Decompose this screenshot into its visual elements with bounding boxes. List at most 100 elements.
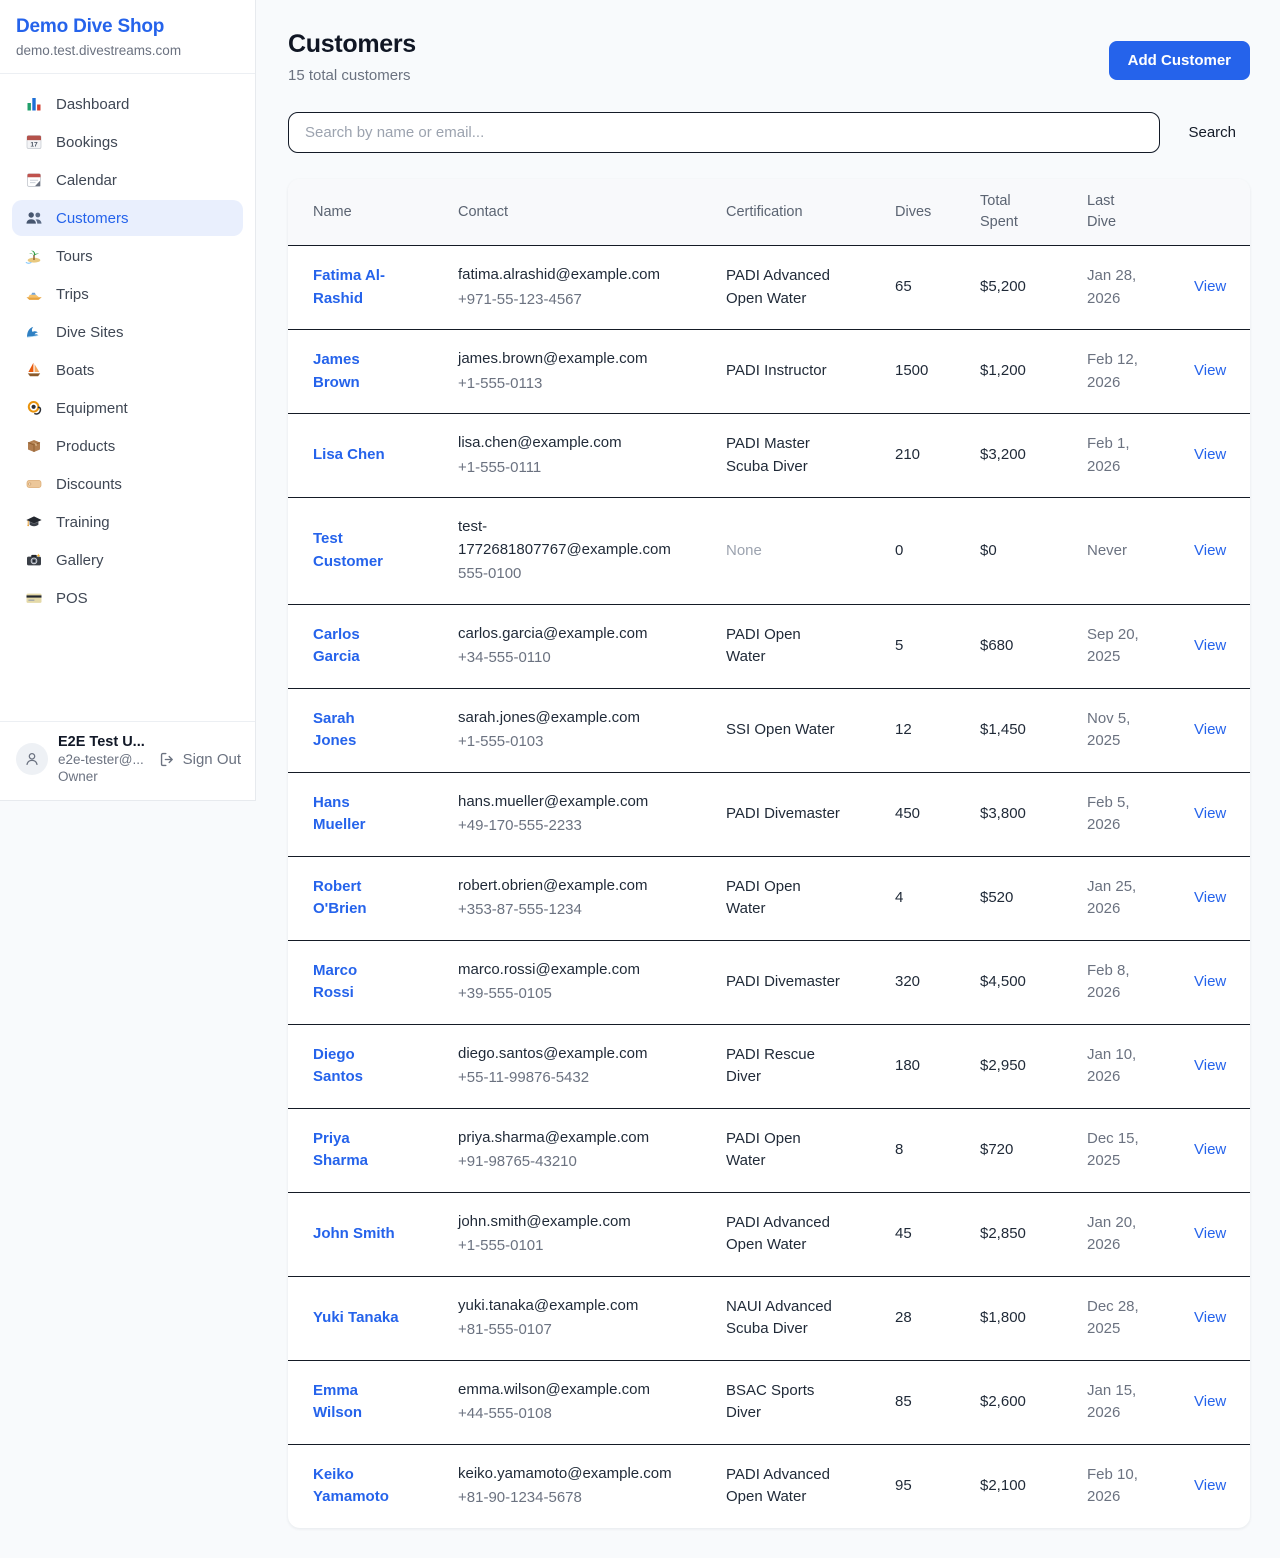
search-input[interactable] bbox=[288, 112, 1160, 153]
customer-phone: +353-87-555-1234 bbox=[458, 899, 691, 922]
customer-certification: NAUI Advanced Scuba Diver bbox=[726, 1296, 844, 1341]
customer-name-link[interactable]: Diego Santos bbox=[313, 1044, 401, 1089]
add-customer-button[interactable]: Add Customer bbox=[1109, 41, 1250, 80]
view-link[interactable]: View bbox=[1194, 1309, 1226, 1326]
table-row: Emma Wilson emma.wilson@example.com +44-… bbox=[288, 1360, 1250, 1444]
view-link[interactable]: View bbox=[1194, 1393, 1226, 1410]
customer-last-dive: Jan 15, 2026 bbox=[1087, 1380, 1145, 1425]
graduation-cap-icon bbox=[25, 513, 43, 531]
customer-name-link[interactable]: Priya Sharma bbox=[313, 1128, 401, 1173]
customer-total-spent: $5,200 bbox=[955, 246, 1062, 330]
view-link[interactable]: View bbox=[1194, 805, 1226, 822]
calendar-icon bbox=[25, 171, 43, 189]
customer-certification: None bbox=[726, 540, 844, 563]
sidebar-item-discounts[interactable]: Discounts bbox=[12, 466, 243, 502]
customer-dives: 180 bbox=[870, 1024, 955, 1108]
sidebar-item-equipment[interactable]: Equipment bbox=[12, 390, 243, 426]
sidebar-item-label: POS bbox=[56, 590, 88, 607]
view-link[interactable]: View bbox=[1194, 1225, 1226, 1242]
customer-name-link[interactable]: Test Customer bbox=[313, 528, 401, 573]
sidebar-item-dive-sites[interactable]: Dive Sites bbox=[12, 314, 243, 350]
customer-dives: 85 bbox=[870, 1360, 955, 1444]
customer-email: yuki.tanaka@example.com bbox=[458, 1295, 676, 1318]
view-link[interactable]: View bbox=[1194, 973, 1226, 990]
main-content: Customers 15 total customers Add Custome… bbox=[256, 0, 1280, 1558]
customer-last-dive: Nov 5, 2025 bbox=[1087, 708, 1145, 753]
customer-last-dive: Sep 20, 2025 bbox=[1087, 624, 1145, 669]
customer-phone: 555-0100 bbox=[458, 563, 691, 586]
sidebar-item-label: Boats bbox=[56, 362, 94, 379]
view-link[interactable]: View bbox=[1194, 362, 1226, 379]
customer-total-spent: $0 bbox=[955, 498, 1062, 605]
customer-name-link[interactable]: Robert O'Brien bbox=[313, 876, 401, 921]
customer-email: lisa.chen@example.com bbox=[458, 432, 676, 455]
table-row: Priya Sharma priya.sharma@example.com +9… bbox=[288, 1108, 1250, 1192]
customer-name-link[interactable]: Fatima Al-Rashid bbox=[313, 265, 401, 310]
sidebar-item-dashboard[interactable]: Dashboard bbox=[12, 86, 243, 122]
view-link[interactable]: View bbox=[1194, 278, 1226, 295]
customer-name-link[interactable]: Emma Wilson bbox=[313, 1380, 401, 1425]
customer-name-link[interactable]: Yuki Tanaka bbox=[313, 1307, 399, 1330]
sign-out-label: Sign Out bbox=[183, 751, 241, 768]
sidebar-item-calendar[interactable]: Calendar bbox=[12, 162, 243, 198]
credit-card-icon bbox=[25, 589, 43, 607]
sidebar-item-bookings[interactable]: 17 Bookings bbox=[12, 124, 243, 160]
column-header: Dives bbox=[870, 179, 955, 246]
customer-last-dive: Feb 10, 2026 bbox=[1087, 1464, 1145, 1509]
page-head: Customers 15 total customers Add Custome… bbox=[288, 30, 1250, 84]
sidebar-item-label: Customers bbox=[56, 210, 129, 227]
view-link[interactable]: View bbox=[1194, 889, 1226, 906]
dive-mask-icon bbox=[25, 399, 43, 417]
customer-name-link[interactable]: John Smith bbox=[313, 1223, 395, 1246]
page-title: Customers bbox=[288, 30, 416, 59]
sidebar-item-label: Discounts bbox=[56, 476, 122, 493]
sidebar-item-label: Dive Sites bbox=[56, 324, 124, 341]
customer-name-link[interactable]: Carlos Garcia bbox=[313, 624, 401, 669]
view-link[interactable]: View bbox=[1194, 637, 1226, 654]
customer-name-link[interactable]: Hans Mueller bbox=[313, 792, 401, 837]
customer-count: 15 total customers bbox=[288, 67, 416, 84]
view-link[interactable]: View bbox=[1194, 446, 1226, 463]
avatar bbox=[16, 743, 48, 775]
column-header bbox=[1169, 179, 1250, 246]
customer-name-link[interactable]: Marco Rossi bbox=[313, 960, 401, 1005]
customer-phone: +39-555-0105 bbox=[458, 983, 691, 1006]
customer-email: keiko.yamamoto@example.com bbox=[458, 1463, 676, 1486]
sidebar-item-pos[interactable]: POS bbox=[12, 580, 243, 616]
sidebar-item-gallery[interactable]: Gallery bbox=[12, 542, 243, 578]
customer-name-link[interactable]: Keiko Yamamoto bbox=[313, 1464, 401, 1509]
sidebar-item-training[interactable]: Training bbox=[12, 504, 243, 540]
view-link[interactable]: View bbox=[1194, 542, 1226, 559]
sidebar-item-label: Bookings bbox=[56, 134, 118, 151]
table-row: Test Customer test-1772681807767@example… bbox=[288, 498, 1250, 605]
sidebar-item-products[interactable]: Products bbox=[12, 428, 243, 464]
customer-name-link[interactable]: James Brown bbox=[313, 349, 401, 394]
sidebar-item-tours[interactable]: Tours bbox=[12, 238, 243, 274]
search-button[interactable]: Search bbox=[1174, 116, 1250, 149]
customer-email: emma.wilson@example.com bbox=[458, 1379, 676, 1402]
shop-name[interactable]: Demo Dive Shop bbox=[16, 16, 239, 38]
customer-last-dive: Jan 20, 2026 bbox=[1087, 1212, 1145, 1257]
view-link[interactable]: View bbox=[1194, 1477, 1226, 1494]
table-row: Diego Santos diego.santos@example.com +5… bbox=[288, 1024, 1250, 1108]
view-link[interactable]: View bbox=[1194, 721, 1226, 738]
customer-email: carlos.garcia@example.com bbox=[458, 623, 676, 646]
sidebar-item-customers[interactable]: Customers bbox=[12, 200, 243, 236]
customer-last-dive: Dec 15, 2025 bbox=[1087, 1128, 1145, 1173]
customer-name-link[interactable]: Lisa Chen bbox=[313, 444, 385, 467]
view-link[interactable]: View bbox=[1194, 1141, 1226, 1158]
sidebar-item-label: Dashboard bbox=[56, 96, 129, 113]
sign-out-button[interactable]: Sign Out bbox=[159, 751, 241, 768]
customer-dives: 28 bbox=[870, 1276, 955, 1360]
customer-phone: +81-555-0107 bbox=[458, 1319, 691, 1342]
user-name: E2E Test U... bbox=[58, 734, 149, 750]
customer-last-dive: Jan 10, 2026 bbox=[1087, 1044, 1145, 1089]
sidebar-item-boats[interactable]: Boats bbox=[12, 352, 243, 388]
package-icon bbox=[25, 437, 43, 455]
sidebar-item-trips[interactable]: Trips bbox=[12, 276, 243, 312]
customer-name-link[interactable]: Sarah Jones bbox=[313, 708, 401, 753]
customer-email: james.brown@example.com bbox=[458, 348, 676, 371]
customer-total-spent: $680 bbox=[955, 604, 1062, 688]
view-link[interactable]: View bbox=[1194, 1057, 1226, 1074]
customer-phone: +1-555-0113 bbox=[458, 373, 691, 396]
